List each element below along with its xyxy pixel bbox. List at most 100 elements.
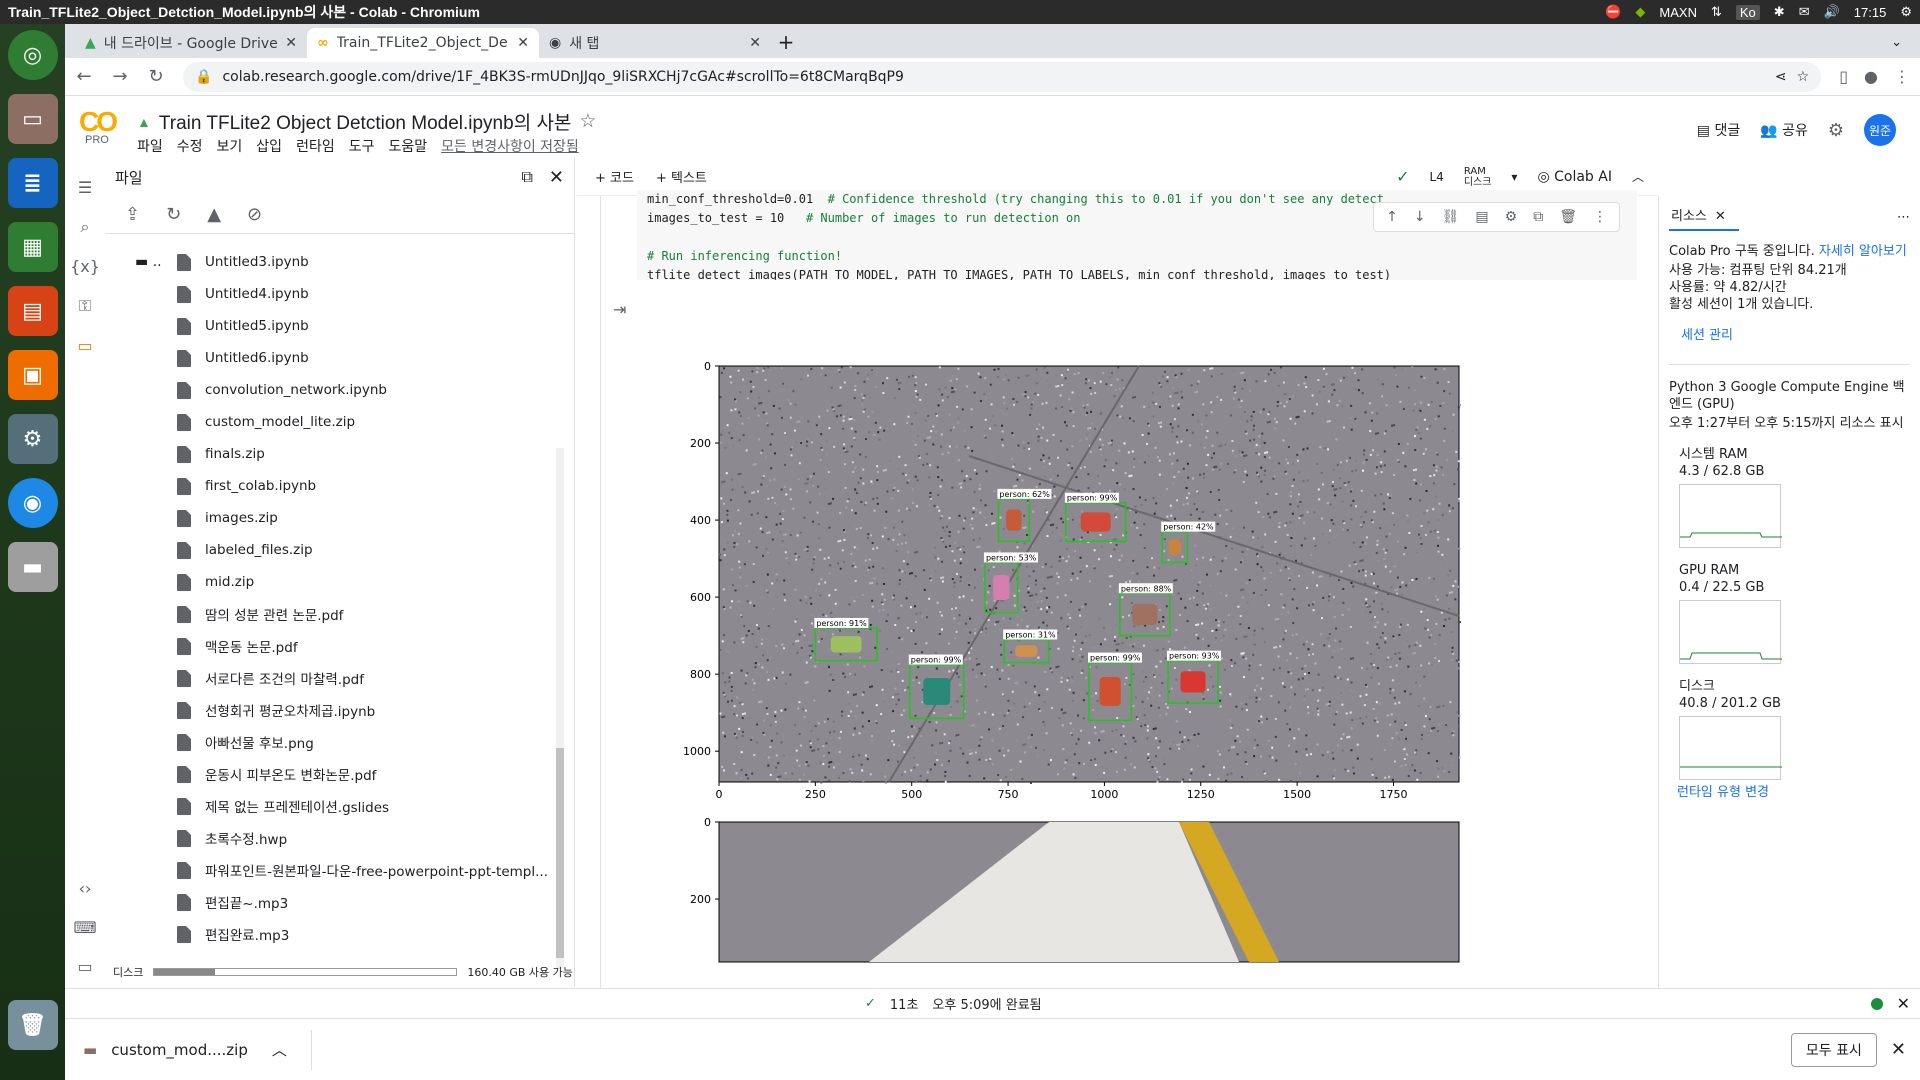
comment-button[interactable]: ▤ 댓글 xyxy=(1697,120,1740,140)
avatar[interactable]: 원준 xyxy=(1864,114,1896,146)
save-status[interactable]: 모든 변경사항이 저장됨 xyxy=(441,136,579,156)
profile-icon[interactable]: ● xyxy=(1864,67,1878,86)
output-icon[interactable]: ⇥ xyxy=(613,300,626,319)
settings-icon[interactable]: ⚙ xyxy=(1828,120,1844,141)
file-item[interactable]: images.zip xyxy=(105,502,565,534)
settings-icon[interactable]: ⚙ xyxy=(1505,209,1518,225)
stop-icon[interactable]: ⛔ xyxy=(1605,4,1621,20)
tab-search-icon[interactable]: ⌄ xyxy=(1891,28,1902,58)
chrome-menu-icon[interactable]: ⋮ xyxy=(1894,67,1910,86)
toc-icon[interactable]: ☰ xyxy=(78,178,92,197)
move-down-icon[interactable]: ↓ xyxy=(1414,209,1426,225)
menu-insert[interactable]: 삽입 xyxy=(256,136,282,156)
volume-icon[interactable]: 🔊 xyxy=(1824,4,1840,20)
search-icon[interactable]: ⌕ xyxy=(81,217,90,237)
mail-icon[interactable]: ✉ xyxy=(1799,4,1810,20)
files-icon[interactable]: ▭ xyxy=(7,94,58,144)
runtime-type[interactable]: L4 xyxy=(1429,170,1443,184)
menu-file[interactable]: 파일 xyxy=(137,136,163,156)
colab-ai-button[interactable]: ◎ Colab AI xyxy=(1537,169,1612,185)
star-icon[interactable]: ☆ xyxy=(579,110,596,133)
move-up-icon[interactable]: ↑ xyxy=(1386,209,1398,225)
system-settings-icon[interactable]: ⚙ xyxy=(7,414,58,464)
file-item[interactable]: 파워포인트-원본파일-다운-free-powerpoint-ppt-templ.… xyxy=(105,854,565,886)
folder-icon[interactable]: ▭ xyxy=(77,336,92,355)
resources-tab[interactable]: 리소스 ✕ xyxy=(1669,204,1739,231)
file-item[interactable]: Untitled5.ipynb xyxy=(105,310,565,342)
ram-disk-indicator[interactable]: RAM 디스크 xyxy=(1464,166,1492,188)
close-icon[interactable]: ✕ xyxy=(1891,1039,1906,1060)
collapse-icon[interactable]: ︿ xyxy=(1632,168,1644,185)
forward-icon[interactable]: → xyxy=(111,66,129,87)
command-palette-icon[interactable]: ⌨ xyxy=(73,918,96,937)
chevron-up-icon[interactable]: ︿ xyxy=(272,1039,287,1060)
secrets-key-icon[interactable]: ⚿ xyxy=(79,296,91,316)
dropdown-icon[interactable]: ▾ xyxy=(1511,170,1517,184)
delete-icon[interactable]: 🗑 xyxy=(1559,209,1577,225)
software-center-icon[interactable]: ▣ xyxy=(7,350,58,400)
input-language[interactable]: Ko xyxy=(1735,4,1760,20)
nvidia-icon[interactable]: ◆ xyxy=(1635,4,1645,20)
file-item[interactable]: convolution_network.ipynb xyxy=(105,374,565,406)
link-icon[interactable]: ⛓ xyxy=(1442,209,1460,225)
menu-runtime[interactable]: 런타임 xyxy=(296,136,335,156)
mirror-cell-icon[interactable]: ⧉ xyxy=(1533,209,1543,225)
side-panel-icon[interactable]: ▯ xyxy=(1839,67,1848,86)
tab-google-drive[interactable]: ▲ 내 드라이브 - Google Drive ✕ xyxy=(75,28,307,58)
file-item[interactable]: 제목 없는 프레젠테이션.gslides xyxy=(105,790,565,822)
close-icon[interactable]: ✕ xyxy=(1715,208,1726,225)
code-snippets-icon[interactable]: ‹› xyxy=(79,879,92,898)
file-item[interactable]: first_colab.ipynb xyxy=(105,470,565,502)
gpu-mode[interactable]: MAXN xyxy=(1659,5,1697,20)
download-file[interactable]: custom_mod....zip xyxy=(111,1041,248,1059)
file-item[interactable]: custom_model_lite.zip xyxy=(105,406,565,438)
menu-tools[interactable]: 도구 xyxy=(349,136,375,156)
show-all-button[interactable]: 모두 표시 xyxy=(1790,1032,1877,1067)
hide-files-icon[interactable]: ⊘ xyxy=(247,204,262,225)
back-icon[interactable]: ← xyxy=(75,66,93,87)
file-item[interactable]: 운동시 피부온도 변화논문.pdf xyxy=(105,758,565,790)
file-item[interactable]: 서로다른 조건의 마찰력.pdf xyxy=(105,662,565,694)
drive-mount-icon[interactable]: ▬ xyxy=(7,542,58,592)
more-icon[interactable]: ⋯ xyxy=(1897,209,1910,226)
menu-view[interactable]: 보기 xyxy=(217,136,243,156)
close-icon[interactable]: ✕ xyxy=(1897,994,1910,1013)
settings-icon[interactable]: ⚙ xyxy=(1900,4,1912,20)
close-icon[interactable]: ✕ xyxy=(549,167,564,188)
reload-icon[interactable]: ↻ xyxy=(147,66,165,87)
impress-icon[interactable]: ▤ xyxy=(7,286,58,336)
menu-edit[interactable]: 수정 xyxy=(177,136,203,156)
file-item[interactable]: 편집끝~.mp3 xyxy=(105,886,565,918)
file-item[interactable]: 선형회귀 평균오차제곱.ipynb xyxy=(105,694,565,726)
add-code-button[interactable]: + 코드 xyxy=(595,167,634,186)
share-button[interactable]: 👥 공유 xyxy=(1760,120,1808,140)
file-item[interactable]: 맥운동 논문.pdf xyxy=(105,630,565,662)
files-scrollbar[interactable] xyxy=(556,448,564,968)
bookmark-star-icon[interactable]: ☆ xyxy=(1797,69,1810,85)
file-item[interactable]: labeled_files.zip xyxy=(105,534,565,566)
ubuntu-icon[interactable]: ◎ xyxy=(7,30,58,80)
file-item[interactable]: 편집완료.mp3 xyxy=(105,918,565,946)
tab-new-tab[interactable]: ◉ 새 탭 ✕ xyxy=(539,28,771,58)
calc-icon[interactable]: ▦ xyxy=(7,222,58,272)
add-text-button[interactable]: + 텍스트 xyxy=(656,167,707,186)
change-runtime-link[interactable]: 런타임 유형 변경 xyxy=(1677,784,1769,801)
file-item[interactable]: 땀의 성분 관련 논문.pdf xyxy=(105,598,565,630)
refresh-icon[interactable]: ↻ xyxy=(166,204,181,225)
menu-help[interactable]: 도움말 xyxy=(388,136,427,156)
file-item[interactable]: Untitled3.ipynb xyxy=(105,246,565,278)
chromium-icon[interactable]: ◉ xyxy=(7,478,58,528)
mount-drive-icon[interactable]: ▲ xyxy=(207,204,221,225)
close-tab-icon[interactable]: ✕ xyxy=(517,35,529,51)
file-item[interactable]: mid.zip xyxy=(105,566,565,598)
learn-more-link[interactable]: 자세히 알아보기 xyxy=(1819,244,1907,259)
file-item[interactable]: Untitled6.ipynb xyxy=(105,342,565,374)
bluetooth-icon[interactable]: ✱ xyxy=(1774,4,1785,20)
close-tab-icon[interactable]: ✕ xyxy=(749,35,761,51)
new-tab-panel-icon[interactable]: ⧉ xyxy=(521,167,532,187)
tab-colab[interactable]: ∞ Train_TFLite2_Object_De ✕ xyxy=(307,28,539,58)
file-item[interactable]: 초록수정.hwp xyxy=(105,822,565,854)
url-field[interactable]: 🔒 colab.research.google.com/drive/1F_4BK… xyxy=(183,61,1822,92)
share-page-icon[interactable]: ⋖ xyxy=(1775,69,1787,85)
writer-icon[interactable]: ≣ xyxy=(7,158,58,208)
